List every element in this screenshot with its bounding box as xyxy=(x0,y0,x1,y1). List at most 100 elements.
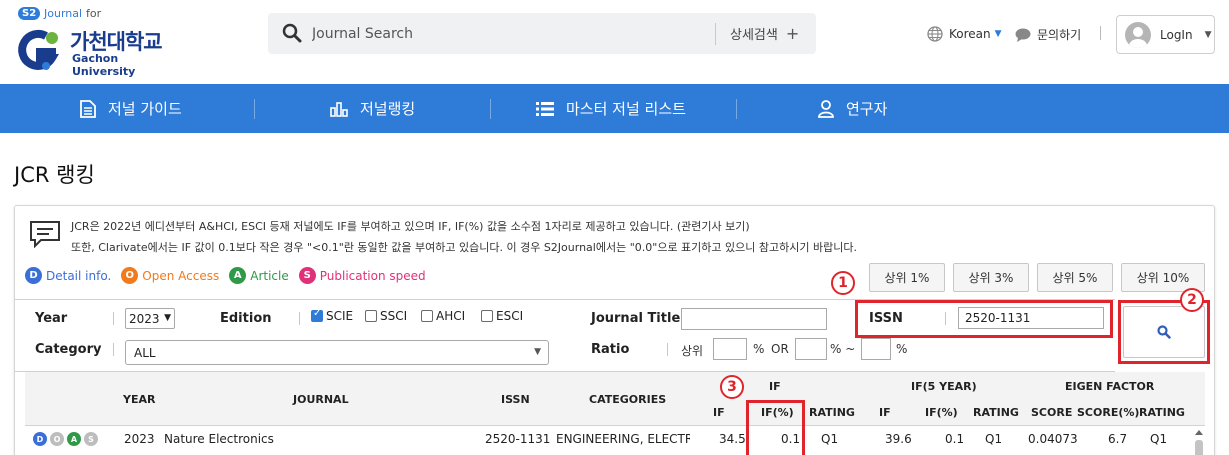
issn-highlight-box xyxy=(855,300,1113,338)
language-selector[interactable]: Korean ▼ xyxy=(927,26,1002,42)
caret-down-icon: ▼ xyxy=(994,29,1002,39)
top-5-percent-button[interactable]: 상위 5% xyxy=(1037,263,1113,292)
cell-categories: ENGINEERING, ELECTRIC... xyxy=(556,432,690,446)
col-eigen-rating[interactable]: RATING xyxy=(1139,406,1185,419)
page-title: JCR 랭킹 xyxy=(14,163,95,187)
year-select[interactable]: 2023 ▼ xyxy=(125,308,175,329)
nav-label: 연구자 xyxy=(846,100,888,118)
col-score-percent[interactable]: SCORE(%) xyxy=(1077,406,1139,419)
col-group-eigen: EIGEN FACTOR xyxy=(1065,380,1155,393)
nav-label: 저널 가이드 xyxy=(108,100,182,118)
nav-item-journal-guide[interactable]: 저널 가이드 xyxy=(80,84,182,133)
nav-divider xyxy=(254,99,255,119)
inquiry-link[interactable]: 문의하기 xyxy=(1015,26,1081,43)
ratio-or-text: OR xyxy=(771,342,789,356)
site-header: S2 Journalfor 가천대학교 Gachon University 상세… xyxy=(0,0,1229,84)
journal-title-input[interactable] xyxy=(681,308,827,330)
document-icon xyxy=(80,99,96,118)
col-if5[interactable]: IF xyxy=(879,406,891,419)
bar-chart-icon xyxy=(330,101,348,117)
logo-tagline: Journal for xyxy=(44,7,102,20)
annotation-number-3: 3 xyxy=(720,375,744,399)
journal-title-label: Journal Title xyxy=(591,311,681,326)
legend-item-detail: D Detail info. xyxy=(25,267,111,284)
language-label: Korean xyxy=(949,27,991,41)
cell-score: 0.04073 xyxy=(1028,432,1078,446)
nav-divider xyxy=(490,99,491,119)
col-score[interactable]: SCORE xyxy=(1031,406,1072,419)
site-logo[interactable]: S2 Journal for 가천대학교 Gachon University xyxy=(14,6,184,78)
checkbox-icon xyxy=(365,310,377,322)
col-rating[interactable]: RATING xyxy=(809,406,855,419)
top-3-percent-button[interactable]: 상위 3% xyxy=(953,263,1029,292)
annotation-number-2: 2 xyxy=(1180,288,1204,312)
ranking-panel: JCR은 2022년 에디션부터 A&HCI, ESCI 등재 저널에도 IF를… xyxy=(14,205,1215,455)
edition-scie-checkbox[interactable]: SCIE xyxy=(311,308,354,323)
search-divider xyxy=(715,23,716,45)
legend-item-publication-speed: S Publication speed xyxy=(298,267,426,284)
login-button[interactable]: LogIn ▼ xyxy=(1116,15,1215,54)
col-issn[interactable]: ISSN xyxy=(501,393,530,406)
col-if[interactable]: IF xyxy=(713,406,725,419)
nav-item-journal-ranking[interactable]: 저널랭킹 xyxy=(330,84,415,133)
checkbox-icon xyxy=(421,310,433,322)
inquiry-label: 문의하기 xyxy=(1037,28,1082,42)
cell-if5: 39.6 xyxy=(885,432,912,446)
edition-ssci-checkbox[interactable]: SSCI xyxy=(365,309,407,323)
top-1-percent-button[interactable]: 상위 1% xyxy=(869,263,945,292)
col-rating5[interactable]: RATING xyxy=(973,406,1019,419)
search-icon[interactable] xyxy=(282,23,302,43)
legend-item-open-access: O Open Access xyxy=(121,267,219,284)
checkbox-label: SSCI xyxy=(380,309,408,323)
legend-badge: S xyxy=(298,267,316,284)
ratio-upper-text: 상위 xyxy=(681,344,704,358)
chevron-down-icon: ▼ xyxy=(534,347,541,357)
edition-esci-checkbox[interactable]: ESCI xyxy=(481,309,523,323)
cell-if: 34.5 xyxy=(719,432,746,446)
ratio-value-input[interactable] xyxy=(713,338,747,360)
cell-journal[interactable]: Nature Electronics xyxy=(164,432,274,446)
detail-badge[interactable]: D xyxy=(33,432,47,446)
checkbox-checked-icon xyxy=(311,308,323,322)
legend-label: Publication speed xyxy=(319,268,426,283)
nav-label: 마스터 저널 리스트 xyxy=(566,100,686,118)
ratio-to-input[interactable] xyxy=(861,338,891,360)
globe-icon xyxy=(927,26,943,42)
caret-down-icon: ▼ xyxy=(1204,29,1212,40)
edition-ahci-checkbox[interactable]: AHCI xyxy=(421,309,465,323)
col-if5-percent[interactable]: IF(%) xyxy=(925,406,958,419)
nav-label: 저널랭킹 xyxy=(360,100,416,118)
legend-badge: O xyxy=(121,267,139,284)
nav-item-researcher[interactable]: 연구자 xyxy=(818,84,887,133)
table-row[interactable]: D O A S 2023 Nature Electronics 2520-113… xyxy=(25,426,1191,452)
nav-item-master-journal-list[interactable]: 마스터 저널 리스트 xyxy=(536,84,686,133)
table-header: YEAR JOURNAL ISSN CATEGORIES IF IF IF(%)… xyxy=(25,372,1205,426)
col-categories[interactable]: CATEGORIES xyxy=(589,393,666,406)
journal-search-input[interactable] xyxy=(312,22,692,46)
legend-label: Open Access xyxy=(142,268,220,283)
legend-badge: D xyxy=(25,267,42,284)
article-badge[interactable]: A xyxy=(67,432,81,446)
col-journal[interactable]: JOURNAL xyxy=(293,393,349,406)
table-scrollbar[interactable] xyxy=(1193,428,1205,455)
list-icon xyxy=(536,101,554,116)
advanced-search-button[interactable]: 상세검색 + xyxy=(730,24,799,43)
col-year[interactable]: YEAR xyxy=(123,393,155,406)
notice-line-2: 또한, Clarivate에서는 IF 값이 0.1보다 작은 경우 "<0.1… xyxy=(71,241,857,254)
user-icon xyxy=(818,99,834,118)
cell-rating: Q1 xyxy=(821,432,839,446)
legend-label: Detail info. xyxy=(46,268,112,283)
nav-divider xyxy=(736,99,737,119)
filter-divider xyxy=(113,343,114,356)
cell-eigen-rating: Q1 xyxy=(1150,432,1168,446)
publication-speed-badge[interactable]: S xyxy=(84,432,98,446)
col-group-if5: IF(5 YEAR) xyxy=(911,380,977,393)
checkbox-label: SCIE xyxy=(326,309,354,323)
category-select[interactable]: ALL ▼ xyxy=(125,340,549,365)
ratio-from-input[interactable] xyxy=(795,338,827,360)
edition-label: Edition xyxy=(220,311,272,326)
header-divider xyxy=(1100,26,1101,40)
open-access-badge[interactable]: O xyxy=(50,432,64,446)
chevron-down-icon: ▼ xyxy=(164,313,171,323)
year-label: Year xyxy=(35,311,68,326)
